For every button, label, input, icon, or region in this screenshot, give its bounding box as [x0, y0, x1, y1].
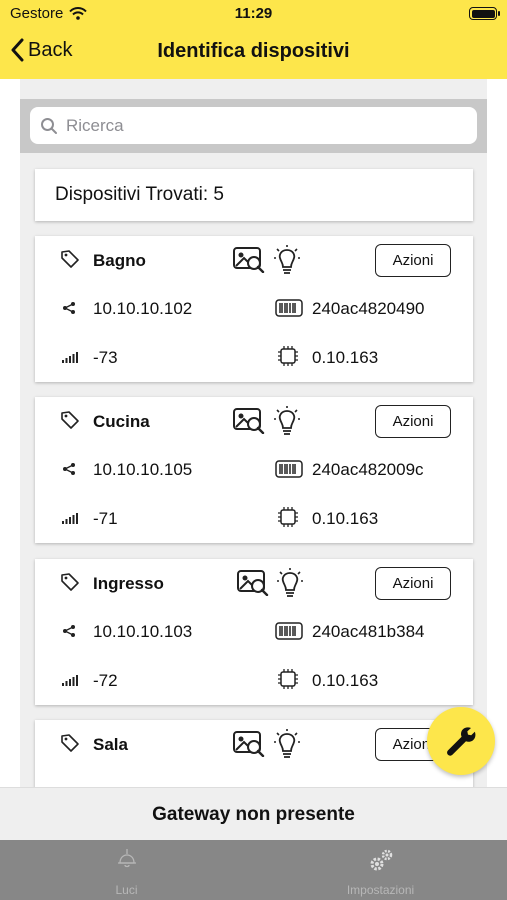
- device-card: Sala Azioni: [35, 720, 473, 787]
- header: Gestore 11:29 Back Identifica dispositiv…: [0, 0, 507, 79]
- device-firmware: 0.10.163: [312, 671, 379, 690]
- signal-strength-icon: [62, 513, 78, 524]
- tag-icon: [61, 411, 79, 429]
- wrench-icon: [447, 727, 476, 756]
- share-network-icon: [63, 463, 75, 475]
- tab-label: Impostazioni: [346, 883, 415, 897]
- barcode-tag-icon: [275, 299, 303, 317]
- status-time: 11:29: [234, 5, 273, 22]
- chip-icon: [278, 346, 298, 366]
- battery-icon: [469, 7, 500, 20]
- device-firmware: 0.10.163: [312, 348, 379, 367]
- actions-button[interactable]: Azioni: [375, 244, 451, 277]
- device-mac: 240ac482009c: [312, 460, 424, 479]
- actions-button[interactable]: Azioni: [375, 567, 451, 600]
- device-firmware: 0.10.163: [312, 509, 379, 528]
- chip-icon: [278, 507, 298, 527]
- tag-icon: [61, 250, 79, 268]
- device-signal: -72: [93, 671, 118, 690]
- device-name: Sala: [93, 735, 128, 754]
- device-name: Bagno: [93, 251, 146, 270]
- tab-bar: Luci Impostazioni: [0, 840, 507, 900]
- signal-strength-icon: [62, 352, 78, 363]
- search-input[interactable]: [66, 115, 460, 136]
- tag-icon: [61, 573, 79, 591]
- nav-bar: Back Identifica dispositivi: [0, 28, 507, 79]
- search-field[interactable]: [30, 107, 477, 144]
- image-recognition-icon[interactable]: [232, 729, 266, 757]
- image-recognition-icon[interactable]: [232, 406, 266, 434]
- device-card: Cucina Azioni 10.10.10.105 240ac482009c …: [35, 397, 473, 543]
- page-title: Identifica dispositivi: [157, 40, 350, 62]
- device-name: Ingresso: [93, 574, 164, 593]
- device-card: Bagno Azioni 10.10.10.102 240ac4820490 -…: [35, 236, 473, 382]
- tab-impostazioni[interactable]: Impostazioni: [254, 840, 507, 900]
- image-recognition-icon[interactable]: [232, 245, 266, 273]
- device-signal: -71: [93, 509, 118, 528]
- search-bar: [20, 99, 487, 153]
- device-card: Ingresso Azioni 10.10.10.103 240ac481b38…: [35, 559, 473, 705]
- actions-button[interactable]: Azioni: [375, 405, 451, 438]
- share-network-icon: [63, 625, 75, 637]
- gears-icon: [370, 849, 392, 871]
- device-ip: 10.10.10.102: [93, 299, 193, 318]
- tab-label: Luci: [115, 883, 138, 897]
- device-mac: 240ac481b384: [312, 622, 425, 641]
- signal-strength-icon: [62, 675, 78, 686]
- search-icon: [41, 117, 57, 134]
- device-ip: 10.10.10.105: [93, 460, 193, 479]
- barcode-tag-icon: [275, 460, 303, 478]
- device-signal: -73: [93, 348, 118, 367]
- image-recognition-icon[interactable]: [236, 568, 270, 596]
- tag-icon: [61, 734, 79, 752]
- status-bar: Gestore 11:29: [0, 0, 507, 28]
- lightbulb-icon[interactable]: [273, 728, 301, 760]
- share-network-icon: [63, 302, 75, 314]
- ceiling-lamp-icon: [117, 849, 136, 868]
- device-list[interactable]: Dispositivi Trovati: 5 Bagno Azioni 10.1…: [20, 79, 487, 787]
- chip-icon: [278, 669, 298, 689]
- barcode-tag-icon: [275, 622, 303, 640]
- device-mac: 240ac4820490: [312, 299, 425, 318]
- device-name: Cucina: [93, 412, 150, 431]
- settings-fab[interactable]: [427, 707, 495, 775]
- lightbulb-icon[interactable]: [276, 567, 304, 599]
- device-ip: 10.10.10.103: [93, 622, 193, 641]
- devices-found-count: Dispositivi Trovati: 5: [35, 169, 473, 221]
- tab-luci[interactable]: Luci: [0, 840, 253, 900]
- lightbulb-icon[interactable]: [273, 405, 301, 437]
- lightbulb-icon[interactable]: [273, 244, 301, 276]
- gateway-status: Gateway non presente: [0, 787, 507, 840]
